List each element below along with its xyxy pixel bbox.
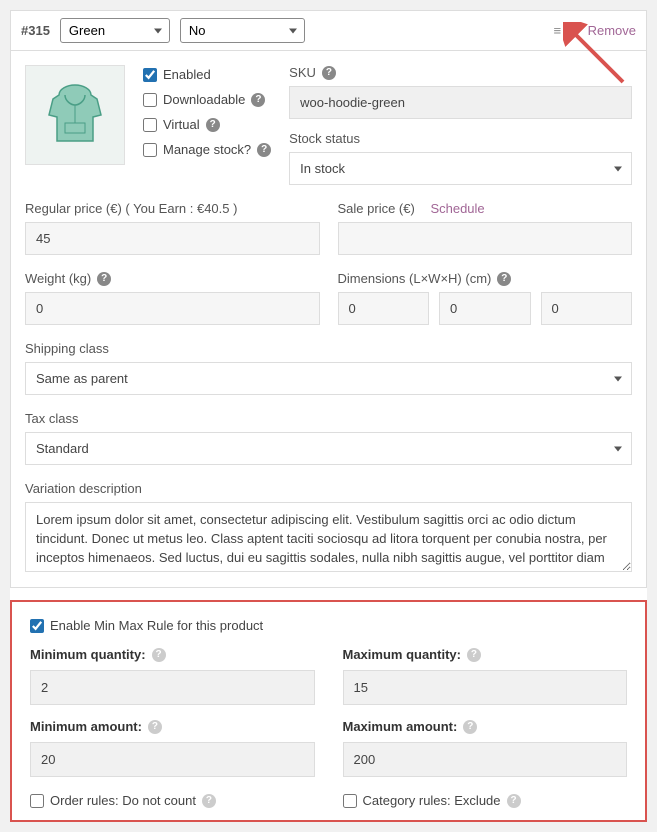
help-icon[interactable]: ? <box>497 272 511 286</box>
enable-min-max-checkbox[interactable] <box>30 619 44 633</box>
min-amt-label: Minimum amount: <box>30 719 142 734</box>
max-amt-input[interactable] <box>343 742 628 777</box>
attr-logo-select[interactable]: No <box>180 18 305 43</box>
help-icon[interactable]: ? <box>97 272 111 286</box>
min-qty-input[interactable] <box>30 670 315 705</box>
order-rules-checkbox[interactable] <box>30 794 44 808</box>
manage-stock-label: Manage stock? <box>163 142 251 157</box>
help-icon[interactable]: ? <box>206 118 220 132</box>
min-qty-label: Minimum quantity: <box>30 647 146 662</box>
shipping-class-label: Shipping class <box>25 341 632 356</box>
stock-status-label: Stock status <box>289 131 360 146</box>
enabled-checkbox[interactable] <box>143 68 157 82</box>
max-qty-input[interactable] <box>343 670 628 705</box>
sku-input[interactable] <box>289 86 632 119</box>
min-max-rule-box: Enable Min Max Rule for this product Min… <box>10 600 647 822</box>
remove-variation-link[interactable]: Remove <box>588 23 636 38</box>
category-rules-label: Category rules: Exclude <box>363 793 501 808</box>
tax-class-label: Tax class <box>25 411 632 426</box>
collapse-icon[interactable]: ▴ <box>571 23 578 39</box>
variation-id: #315 <box>21 23 50 38</box>
virtual-label: Virtual <box>163 117 200 132</box>
schedule-link[interactable]: Schedule <box>430 201 484 216</box>
help-icon[interactable]: ? <box>152 648 166 662</box>
regular-price-label: Regular price (€) ( You Earn : €40.5 ) <box>25 201 237 216</box>
dimensions-label: Dimensions (L×W×H) (cm) <box>338 271 492 286</box>
help-icon[interactable]: ? <box>467 648 481 662</box>
menu-icon[interactable]: ≡ <box>553 23 561 38</box>
max-qty-label: Maximum quantity: <box>343 647 461 662</box>
attr-color-select[interactable]: Green <box>60 18 170 43</box>
width-input[interactable] <box>439 292 531 325</box>
variation-description-label: Variation description <box>25 481 632 496</box>
max-amt-label: Maximum amount: <box>343 719 458 734</box>
help-icon[interactable]: ? <box>463 720 477 734</box>
variation-description-input[interactable] <box>25 502 632 572</box>
regular-price-input[interactable] <box>25 222 320 255</box>
shipping-class-select[interactable]: Same as parent <box>25 362 632 395</box>
help-icon[interactable]: ? <box>202 794 216 808</box>
height-input[interactable] <box>541 292 633 325</box>
order-rules-label: Order rules: Do not count <box>50 793 196 808</box>
variation-header[interactable]: #315 Green No ≡ ▴ Remove <box>10 10 647 51</box>
length-input[interactable] <box>338 292 430 325</box>
min-amt-input[interactable] <box>30 742 315 777</box>
sale-price-input[interactable] <box>338 222 633 255</box>
downloadable-label: Downloadable <box>163 92 245 107</box>
help-icon[interactable]: ? <box>507 794 521 808</box>
help-icon[interactable]: ? <box>257 143 271 157</box>
enable-min-max-label: Enable Min Max Rule for this product <box>50 618 263 633</box>
weight-input[interactable] <box>25 292 320 325</box>
category-rules-checkbox[interactable] <box>343 794 357 808</box>
help-icon[interactable]: ? <box>322 66 336 80</box>
hoodie-icon <box>39 79 111 151</box>
enabled-label: Enabled <box>163 67 211 82</box>
weight-label: Weight (kg) <box>25 271 91 286</box>
help-icon[interactable]: ? <box>251 93 265 107</box>
virtual-checkbox[interactable] <box>143 118 157 132</box>
downloadable-checkbox[interactable] <box>143 93 157 107</box>
tax-class-select[interactable]: Standard <box>25 432 632 465</box>
help-icon[interactable]: ? <box>148 720 162 734</box>
variation-image[interactable] <box>25 65 125 165</box>
manage-stock-checkbox[interactable] <box>143 143 157 157</box>
sale-price-label: Sale price (€) <box>338 201 415 216</box>
stock-status-select[interactable]: In stock <box>289 152 632 185</box>
sku-label: SKU <box>289 65 316 80</box>
